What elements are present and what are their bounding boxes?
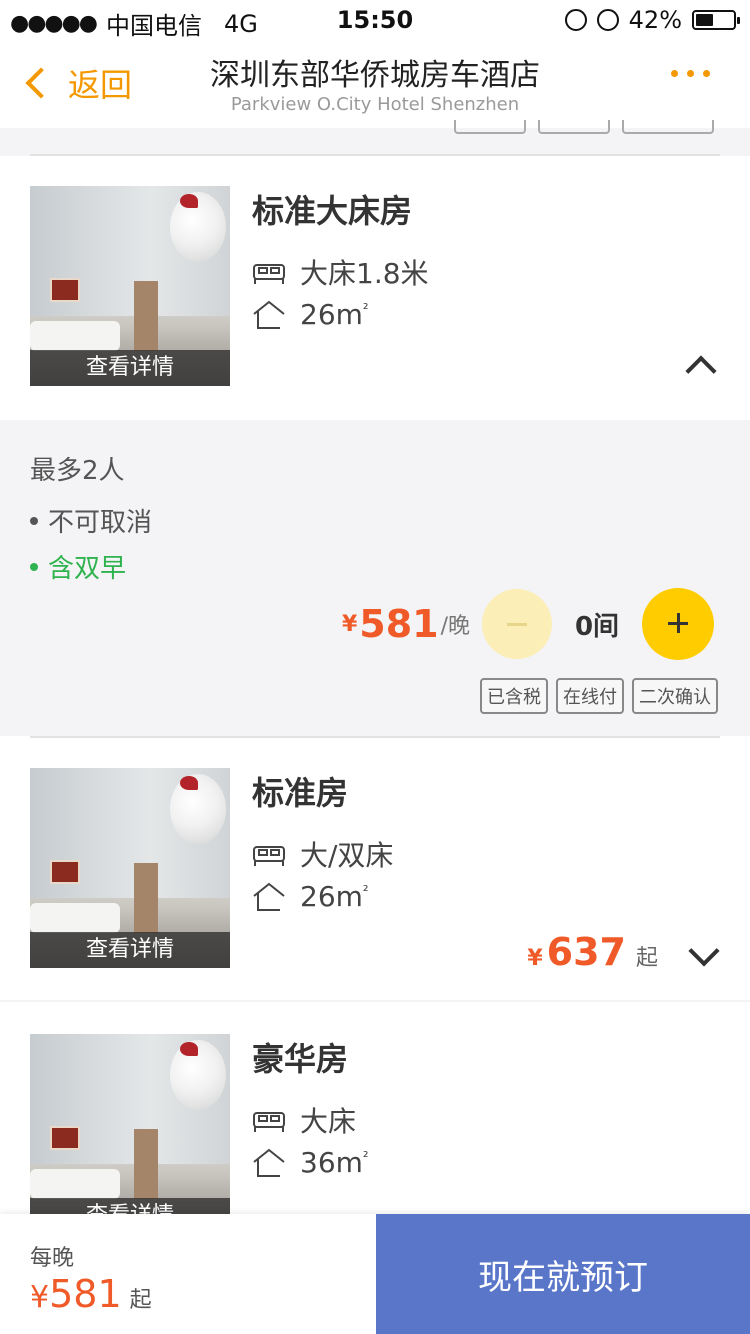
room-count: 0间 [574,611,620,642]
breakfast-info: 含双早 [30,548,126,585]
bed-label: 大/双床 [300,839,394,872]
area-info: 36m² [252,1146,369,1179]
battery-icon [692,10,740,30]
bullet-icon [30,562,38,571]
view-details-link[interactable]: 查看详情 [30,932,230,968]
booking-bar: 每晚 ¥ 581 起 现在就预订 [0,1214,750,1334]
price-suffix: 起 [129,1288,152,1313]
tag-tax-included: 已含税 [480,678,548,714]
rotation-lock-icon [564,9,587,31]
price-value: 581 [49,1272,122,1316]
bed-icon [253,1112,285,1132]
bed-label: 大床1.8米 [300,257,429,290]
area-info: 26m² [252,880,369,913]
price-unit: /晚 [440,614,470,639]
more-icon[interactable] [671,70,710,77]
alarm-icon [596,9,619,31]
divider [30,736,720,738]
house-icon [253,882,285,911]
decrease-rooms-button[interactable] [482,589,552,659]
bed-info: 大/双床 [252,834,393,874]
room-photo[interactable]: 查看详情 [30,768,230,968]
price-suffix: 起 [635,946,658,971]
tag-pay-online: 在线付 [556,678,624,714]
status-bar: ●●●●● 中国电信 4G 15:50 42% [0,0,750,42]
area-label: 26m² [300,880,369,913]
area-info: 26m² [252,298,369,331]
nav-bar: 返回 深圳东部华侨城房车酒店 Parkview O.City Hotel She… [0,42,750,128]
chevron-up-icon[interactable] [685,355,717,387]
bed-label: 大床 [300,1105,357,1138]
cancel-policy: 不可取消 [30,502,152,539]
bed-icon [253,264,285,284]
room-photo[interactable]: 查看详情 [30,1034,230,1234]
bullet-icon [30,516,38,525]
room-name: 标准大床房 [252,192,413,230]
total-price: ¥ 581 起 [30,1272,152,1316]
view-details-link[interactable]: 查看详情 [30,350,230,386]
page-title: 深圳东部华侨城房车酒店 [210,58,540,93]
area-label: 26m² [300,298,369,331]
rate-plan-panel: 最多2人 不可取消 含双早 ¥ 581 /晚 0间 已含税 在线付 二次确认 [0,420,750,736]
room-card[interactable]: 查看详情 豪华房 大床 36m² [0,1002,750,1234]
rate-tags: 已含税 在线付 二次确认 [480,678,718,714]
bed-icon [253,846,285,866]
bed-info: 大床1.8米 [252,252,429,292]
currency-symbol: ¥ [30,1280,50,1315]
book-now-button[interactable]: 现在就预订 [376,1214,750,1334]
tag-reconfirm: 二次确认 [632,678,718,714]
room-card[interactable]: 查看详情 标准房 大/双床 26m² ¥ 637 起 [0,736,750,1000]
price-row: ¥ 581 /晚 0间 [342,588,714,660]
house-icon [253,300,285,329]
bed-info: 大床 [252,1100,356,1140]
room-name: 标准房 [252,774,349,812]
rate-price: 581 [359,602,439,646]
previous-tags-partial [0,120,750,156]
increase-rooms-button[interactable] [642,588,714,660]
room-card[interactable]: 查看详情 标准大床房 大床1.8米 26m² [0,156,750,420]
house-icon [253,1148,285,1177]
area-label: 36m² [300,1146,369,1179]
room-photo[interactable]: 查看详情 [30,186,230,386]
status-right: 42% [564,6,740,34]
currency-symbol: ¥ [341,611,358,637]
page-subtitle: Parkview O.City Hotel Shenzhen [230,94,520,115]
per-night-label: 每晚 [30,1246,75,1271]
max-occupancy: 最多2人 [30,456,125,486]
room-price: 637 [546,930,626,974]
currency-symbol: ¥ [527,946,543,971]
battery-percent: 42% [628,6,682,34]
room-name: 豪华房 [252,1040,349,1078]
